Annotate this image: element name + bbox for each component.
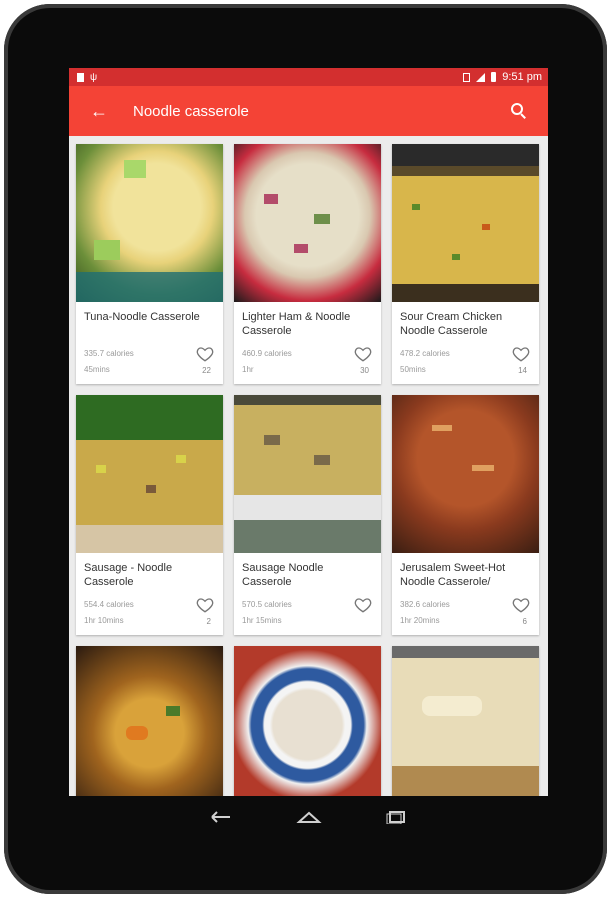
recipe-photo bbox=[76, 395, 223, 553]
recipe-time: 1hr bbox=[242, 365, 254, 374]
app-bar: ← Noodle casserole bbox=[69, 86, 548, 136]
status-bar: ψ 9:51 pm bbox=[69, 68, 548, 86]
recipe-calories: 478.2 calories bbox=[400, 349, 450, 358]
recipe-calories: 554.4 calories bbox=[84, 600, 134, 609]
recipe-card[interactable]: Sour Cream Chicken Noodle Casserole 478.… bbox=[392, 144, 539, 384]
heart-icon[interactable] bbox=[354, 596, 372, 614]
recipe-time: 1hr 10mins bbox=[84, 616, 124, 625]
recipe-name: Sausage Noodle Casserole bbox=[242, 562, 324, 588]
recipe-photo bbox=[234, 646, 381, 796]
search-icon[interactable] bbox=[510, 102, 528, 120]
page-title: Noodle casserole bbox=[133, 102, 249, 120]
recipe-photo bbox=[392, 646, 539, 796]
recipe-card[interactable]: Tuna-Noodle Casserole 335.7 calories 45m… bbox=[76, 144, 223, 384]
recipe-photo bbox=[76, 144, 223, 302]
usb-icon: ψ bbox=[90, 71, 98, 83]
signal-icon bbox=[476, 72, 486, 82]
clock: 9:51 pm bbox=[502, 71, 542, 83]
heart-icon[interactable] bbox=[512, 596, 530, 614]
recipe-card[interactable] bbox=[234, 646, 381, 796]
screen: ψ 9:51 pm ← Noodle casserole Tuna-Noodle… bbox=[69, 68, 548, 796]
recipe-card[interactable] bbox=[392, 646, 539, 796]
recipe-photo bbox=[76, 646, 223, 796]
recipe-card[interactable] bbox=[76, 646, 223, 796]
recipe-photo bbox=[234, 395, 381, 553]
recipe-calories: 460.9 calories bbox=[242, 349, 292, 358]
recipe-photo bbox=[234, 144, 381, 302]
heart-icon[interactable] bbox=[196, 596, 214, 614]
recipe-card[interactable]: Sausage - Noodle Casserole 554.4 calorie… bbox=[76, 395, 223, 635]
back-arrow-icon[interactable]: ← bbox=[89, 101, 109, 122]
nav-recents-icon[interactable] bbox=[383, 807, 411, 827]
heart-icon[interactable] bbox=[512, 345, 530, 363]
recipe-time: 1hr 15mins bbox=[242, 616, 282, 625]
nav-back-icon[interactable] bbox=[207, 807, 235, 827]
heart-icon[interactable] bbox=[196, 345, 214, 363]
recipe-photo bbox=[392, 144, 539, 302]
like-count: 22 bbox=[202, 366, 211, 375]
like-count: 30 bbox=[360, 366, 369, 375]
like-count: 2 bbox=[206, 617, 211, 626]
battery-icon bbox=[491, 72, 497, 82]
recipe-name: Tuna-Noodle Casserole bbox=[84, 311, 200, 323]
recipe-photo bbox=[392, 395, 539, 553]
recipe-time: 1hr 20mins bbox=[400, 616, 440, 625]
recipe-time: 45mins bbox=[84, 365, 110, 374]
system-nav-bar bbox=[69, 796, 548, 838]
recipe-calories: 382.6 calories bbox=[400, 600, 450, 609]
recipe-card[interactable]: Lighter Ham & Noodle Casserole 460.9 cal… bbox=[234, 144, 381, 384]
heart-icon[interactable] bbox=[354, 345, 372, 363]
recipe-name: Lighter Ham & Noodle Casserole bbox=[242, 311, 351, 337]
recipe-grid: Tuna-Noodle Casserole 335.7 calories 45m… bbox=[76, 144, 543, 796]
recipe-time: 50mins bbox=[400, 365, 426, 374]
recipe-calories: 570.5 calories bbox=[242, 600, 292, 609]
recipe-name: Sour Cream Chicken Noodle Casserole bbox=[400, 311, 503, 337]
like-count: 6 bbox=[522, 617, 527, 626]
like-count: 14 bbox=[518, 366, 527, 375]
recipe-calories: 335.7 calories bbox=[84, 349, 134, 358]
notification-icon bbox=[77, 72, 84, 82]
recipe-card[interactable]: Jerusalem Sweet-Hot Noodle Casserole/ 38… bbox=[392, 395, 539, 635]
recipe-name: Jerusalem Sweet-Hot Noodle Casserole/ bbox=[400, 562, 506, 588]
recipe-card[interactable]: Sausage Noodle Casserole 570.5 calories … bbox=[234, 395, 381, 635]
sim-icon bbox=[463, 72, 471, 82]
nav-home-icon[interactable] bbox=[295, 807, 323, 827]
recipe-name: Sausage - Noodle Casserole bbox=[84, 562, 173, 588]
